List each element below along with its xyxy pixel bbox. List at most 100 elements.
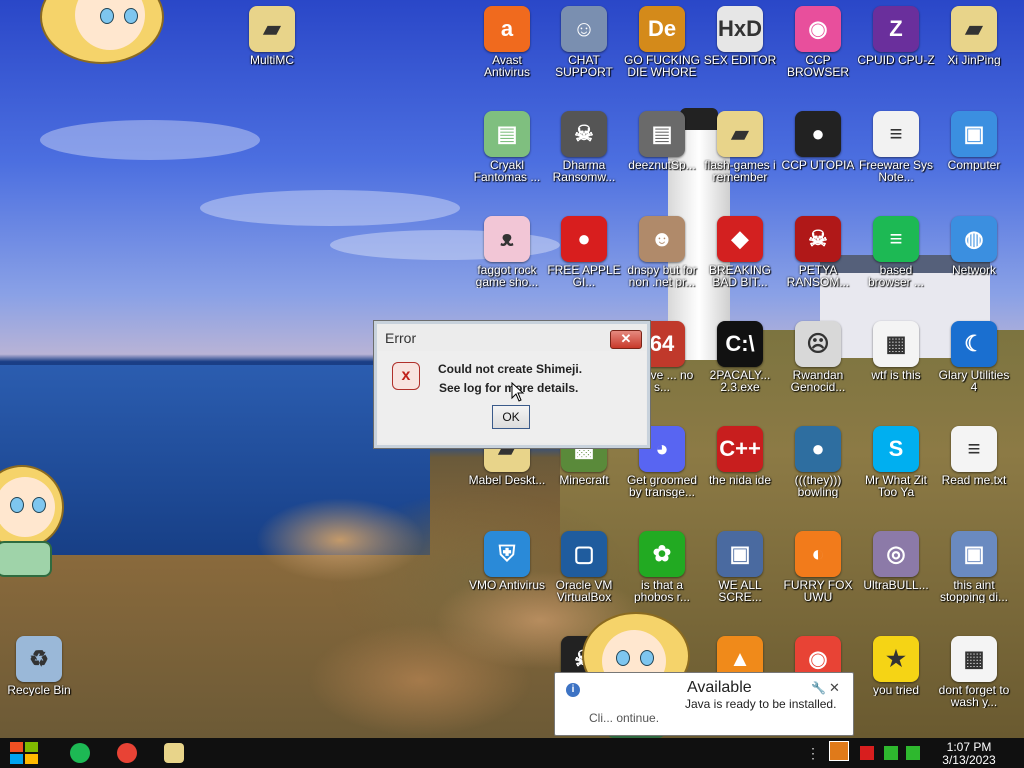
desktop-icon-label: this aint stopping di...	[939, 579, 1009, 603]
shimeji-character[interactable]	[40, 0, 165, 64]
desktop-icon[interactable]: ◆ BREAKING BAD BIT...	[701, 216, 779, 288]
desktop-icon[interactable]: ▰ Xi JinPing	[935, 6, 1013, 66]
desktop-icon-label: Mabel Deskt...	[468, 474, 546, 486]
close-icon[interactable]: ✕	[829, 680, 840, 696]
spotify-icon[interactable]	[70, 743, 90, 763]
desktop-icon[interactable]: ◐ FURRY FOX UWU	[779, 531, 857, 603]
desktop-icon-label: dnspy but for non .net pr...	[627, 264, 697, 288]
desktop-icon[interactable]: C:\ 2PACALY... 2.3.exe	[701, 321, 779, 393]
shimeji-eye	[10, 497, 24, 513]
devcpp-icon: C++	[717, 426, 763, 472]
hxd-icon: HxD	[717, 6, 763, 52]
desktop-icon[interactable]: ▣ Computer	[935, 111, 1013, 171]
desktop-icon-label: Xi JinPing	[947, 54, 1001, 66]
folder-icon: ▰	[717, 111, 763, 157]
desktop-icon[interactable]: ᴥ faggot rock game sho...	[468, 216, 546, 288]
clock[interactable]: 1:07 PM 3/13/2023	[934, 741, 1004, 767]
desktop-icon[interactable]: ★ you tried	[857, 636, 935, 696]
start-button[interactable]	[10, 742, 40, 764]
meme-face-icon: ☹	[795, 321, 841, 367]
desktop-icon[interactable]: ☠ Dharma Ransomw...	[545, 111, 623, 183]
desktop-icon-label: MultiMC	[250, 54, 294, 66]
dark-circle-icon: ●	[795, 111, 841, 157]
desktop-icon[interactable]: ◍ Network	[935, 216, 1013, 276]
desktop-icon[interactable]: ⛨ VMO Antivirus	[468, 531, 546, 591]
java-update-notification[interactable]: i Cli... ontinue. Available Java is read…	[554, 672, 854, 736]
show-hidden-icons-button[interactable]: ⋮	[806, 745, 820, 762]
desktop-icon[interactable]: ◎ UltraBULL...	[857, 531, 935, 591]
desktop-icon[interactable]: ♻ Recycle Bin	[0, 636, 78, 696]
desktop-icon[interactable]: ☻ dnspy but for non .net pr...	[623, 216, 701, 288]
desktop-icon-label: Oracle VM VirtualBox	[555, 579, 613, 603]
mouse-cursor-icon	[511, 382, 525, 402]
desktop-icon[interactable]: ▤ Cryakl Fantomas ...	[468, 111, 546, 183]
desktop-icon[interactable]: ▦ dont forget to wash y...	[935, 636, 1013, 708]
error-icon: x	[392, 362, 420, 390]
taskbar: ⋮ 1:07 PM 3/13/2023	[0, 738, 1024, 768]
computer-icon: ▣	[951, 111, 997, 157]
desktop-icon-label: flash-games i remember	[704, 159, 776, 183]
wrench-icon[interactable]: 🔧	[811, 681, 826, 695]
network-tray-icon[interactable]	[884, 746, 898, 760]
desktop-icon[interactable]: S Mr What Zit Too Ya	[857, 426, 935, 498]
desktop-icon[interactable]: ≡ Freeware Sys Note...	[857, 111, 935, 183]
notification-message: Java is ready to be installed.	[685, 697, 837, 711]
close-button[interactable]: ✕	[610, 330, 642, 349]
desktop-icon[interactable]: ≡ Read me.txt	[935, 426, 1013, 486]
desktop-icon-label: Avast Antivirus	[483, 54, 530, 78]
desktop-icon-label: Read me.txt	[941, 474, 1007, 486]
desktop-icon-label: deeznutSp...	[628, 159, 696, 171]
shimeji-eye	[640, 650, 654, 666]
volume-icon[interactable]	[906, 746, 920, 760]
desktop-icon[interactable]: De GO FUCKING DIE WHORE	[623, 6, 701, 78]
desktop-icon-label: FREE APPLE GI...	[547, 264, 621, 288]
stack-icon: ▤	[639, 111, 685, 157]
desktop-icon[interactable]: ● (((they))) bowling	[779, 426, 857, 498]
shimeji-eye	[32, 497, 46, 513]
desktop-icon[interactable]: ▤ deeznutSp...	[623, 111, 701, 171]
ok-button[interactable]: OK	[492, 405, 530, 429]
desktop-icon[interactable]: ▣ WE ALL SCRE...	[701, 531, 779, 603]
shield-icon: ⛨	[484, 531, 530, 577]
desktop-icon-label: is that a phobos r...	[633, 579, 691, 603]
bowling-icon: ●	[795, 426, 841, 472]
computer-tools-icon: ▣	[951, 531, 997, 577]
desktop-icon[interactable]: ✿ is that a phobos r...	[623, 531, 701, 603]
desktop-icon-label: Computer	[947, 159, 1001, 171]
desktop-icon-label: Cryakl Fantomas ...	[473, 159, 541, 183]
skull-icon: ☠	[561, 111, 607, 157]
desktop-icon[interactable]: ☺ CHAT SUPPORT	[545, 6, 623, 78]
desktop-icon[interactable]: ☾ Glary Utilities 4	[935, 321, 1013, 393]
desktop-icon[interactable]: ☠ PETYA RANSOM...	[779, 216, 857, 288]
desktop-icon-label: PETYA RANSOM...	[786, 264, 850, 288]
desktop-icon[interactable]: ≡ based browser ...	[857, 216, 935, 288]
desktop-icon-label: Dharma Ransomw...	[552, 159, 616, 183]
desktop-icon[interactable]: ▢ Oracle VM VirtualBox	[545, 531, 623, 603]
desktop-icon[interactable]: ▰ MultiMC	[233, 6, 311, 66]
chrome-icon[interactable]	[117, 743, 137, 763]
recycle-bin-icon: ♻	[16, 636, 62, 682]
desktop-icon[interactable]: ▰ flash-games i remember	[701, 111, 779, 183]
desktop-icon[interactable]: ☹ Rwandan Genocid...	[779, 321, 857, 393]
support-person-icon: ☺	[561, 6, 607, 52]
angry-bird-icon: ◆	[717, 216, 763, 262]
windows-logo-pane	[25, 742, 38, 752]
desktop-icon-label: the nida ide	[708, 474, 772, 486]
desktop-icon[interactable]: a Avast Antivirus	[468, 6, 546, 78]
notification-title: Available	[687, 679, 752, 696]
desktop-icon[interactable]: HxD SEX EDITOR	[701, 6, 779, 66]
shimeji-character[interactable]	[0, 465, 64, 577]
desktop-icon[interactable]: C++ the nida ide	[701, 426, 779, 486]
java-update-icon[interactable]	[829, 741, 849, 761]
flower-icon: ✿	[639, 531, 685, 577]
desktop-icon[interactable]: ▦ wtf is this	[857, 321, 935, 381]
desktop-icon[interactable]: Z CPUID CPU-Z	[857, 6, 935, 66]
flag-icon[interactable]	[860, 746, 874, 760]
file-explorer-icon[interactable]	[164, 743, 184, 763]
desktop-icon[interactable]: ● FREE APPLE GI...	[545, 216, 623, 288]
desktop-icon[interactable]: ▣ this aint stopping di...	[935, 531, 1013, 603]
desktop-icon[interactable]: ● CCP UTOPIA	[779, 111, 857, 171]
desktop-icon[interactable]: ◉ CCP BROWSER	[779, 6, 857, 78]
desktop-icon-label: CPUID CPU-Z	[857, 54, 935, 66]
shimeji-eye	[616, 650, 630, 666]
